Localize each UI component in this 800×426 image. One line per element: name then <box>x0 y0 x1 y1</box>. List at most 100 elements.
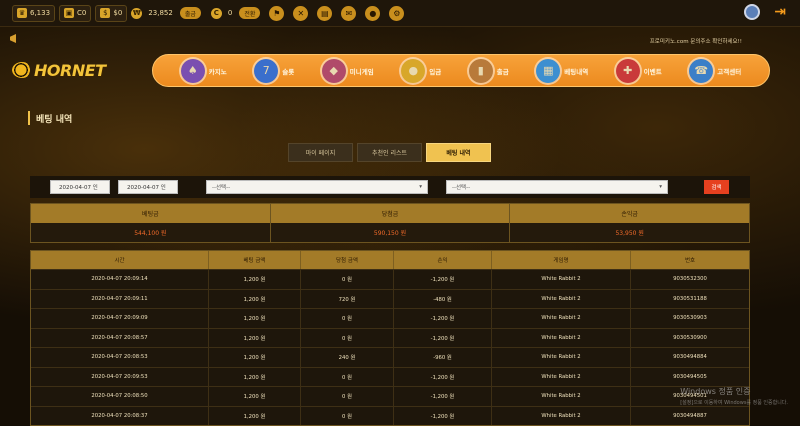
cell-profit: -1,200 원 <box>394 328 492 347</box>
provider-select-value: --선택-- <box>452 185 471 191</box>
cell-time: 2020-04-07 20:09:11 <box>31 289 209 308</box>
cell-bet: 1,200 원 <box>209 309 301 328</box>
summary-win-label: 당첨금 <box>270 204 510 224</box>
nav-label: 카지노 <box>208 67 227 76</box>
note-icon[interactable]: ▤ <box>317 5 333 21</box>
comp-button[interactable]: 전환 <box>239 7 261 19</box>
date-from-input[interactable]: 2020-04-07 인 <box>50 180 110 194</box>
column-header-bet: 베팅 금액 <box>209 251 301 269</box>
nav-item-support[interactable]: ☎ 고객센터 <box>689 58 742 83</box>
crown-icon: ♛ <box>17 8 27 18</box>
nav-item-history[interactable]: ▦ 베팅내역 <box>536 58 589 83</box>
nav-item-slot[interactable]: 7 슬롯 <box>254 58 294 83</box>
nav-label: 고객센터 <box>717 67 742 76</box>
title-bar <box>28 111 30 125</box>
table-row: 2020-04-07 20:09:53 1,200 원 0 원 -1,200 원… <box>31 366 749 386</box>
cell-number: 9030532300 <box>673 276 707 283</box>
column-header-game: 게임명 <box>492 251 631 269</box>
nav-item-minigame[interactable]: ◆ 미니게임 <box>321 58 374 83</box>
table-row: 2020-04-07 20:08:50 1,200 원 0 원 -1,200 원… <box>31 386 749 406</box>
tab-bar: 마이 페이지 추천인 리스트 베팅 내역 <box>288 143 491 162</box>
page-title: 베팅 내역 <box>28 111 72 125</box>
game-select[interactable]: --선택-- ▾ <box>206 180 428 194</box>
summary-profit-label: 손익금 <box>510 204 750 224</box>
gift-icon: ✚ <box>615 58 640 83</box>
cell-number: 9030530903 <box>673 315 707 322</box>
top-bar: ♛ 6,133 ▣ C0 $ $0 ₩ 23,852 출금 C 0 전환 ⚑ ✕… <box>0 0 800 27</box>
cell-win: 0 원 <box>301 309 394 328</box>
cell-profit: -960 원 <box>394 348 492 367</box>
stat-crown-value: 6,133 <box>30 9 51 17</box>
filter-bar: 2020-04-07 인 2020-04-07 인 --선택-- ▾ --선택-… <box>30 176 750 198</box>
date-to-input[interactable]: 2020-04-07 인 <box>118 180 178 194</box>
column-header-number: 번호 <box>684 258 696 264</box>
tab-referral-list[interactable]: 추천인 리스트 <box>357 143 422 162</box>
chest-icon: ▣ <box>64 8 75 18</box>
money-value: 23,852 <box>148 9 173 17</box>
cell-time: 2020-04-07 20:09:53 <box>31 367 209 386</box>
table-header: 시간 베팅 금액 당첨 금액 손익 게임명 번호 <box>31 251 749 269</box>
cell-bet: 1,200 원 <box>209 367 301 386</box>
language-globe-icon[interactable] <box>744 4 761 20</box>
cell-time: 2020-04-07 20:08:50 <box>31 387 209 406</box>
nav-item-casino[interactable]: ♠ 카지노 <box>180 58 227 83</box>
cell-time: 2020-04-07 20:08:37 <box>31 406 209 425</box>
minigame-icon: ◆ <box>321 58 346 83</box>
game-select-value: --선택-- <box>212 185 231 191</box>
money-coin-icon: ₩ <box>131 7 143 19</box>
nav-item-event[interactable]: ✚ 이벤트 <box>615 58 662 83</box>
tab-my-page[interactable]: 마이 페이지 <box>288 143 353 162</box>
cell-bet: 1,200 원 <box>209 328 301 347</box>
table-row: 2020-04-07 20:08:57 1,200 원 0 원 -1,200 원… <box>31 327 749 347</box>
betting-table: 시간 베팅 금액 당첨 금액 손익 게임명 번호 2020-04-07 20:0… <box>30 250 750 426</box>
main-nav: ♠ 카지노 7 슬롯 ◆ 미니게임 ● 입금 ▮ 출금 ▦ 베팅내역 ✚ 이벤트… <box>152 54 770 87</box>
nav-item-withdraw[interactable]: ▮ 출금 <box>468 58 509 83</box>
nav-label: 출금 <box>496 67 509 76</box>
nav-item-deposit[interactable]: ● 입금 <box>401 58 442 83</box>
chevron-down-icon: ▾ <box>419 184 422 190</box>
casino-icon: ♠ <box>180 58 205 83</box>
cell-bet: 1,200 원 <box>209 270 301 289</box>
cell-bet: 1,200 원 <box>209 387 301 406</box>
flag-icon[interactable]: ⚑ <box>269 5 285 21</box>
cell-game: White Rabbit 2 <box>492 270 631 289</box>
cell-win: 720 원 <box>301 289 394 308</box>
summary-bet: 베팅금 544,100 원 <box>31 204 271 242</box>
notice-text: 프로미키노.com 문의주소 확인하세요!! <box>649 39 742 45</box>
cell-number: 9030531188 <box>673 295 707 302</box>
cell-number: 9030494884 <box>673 354 707 361</box>
cell-win: 0 원 <box>301 328 394 347</box>
column-header-time: 시간 <box>31 251 209 269</box>
settings-icon[interactable]: ⚙ <box>389 5 405 21</box>
chevron-down-icon: ▾ <box>659 184 662 190</box>
logo[interactable]: HORNET <box>12 55 122 85</box>
message-icon[interactable]: ✉ <box>341 5 357 21</box>
provider-select[interactable]: --선택-- ▾ <box>446 180 668 194</box>
watermark-title: Windows 정품 인증 <box>680 387 751 396</box>
nav-label: 베팅내역 <box>564 67 589 76</box>
chat-icon[interactable]: ● <box>365 5 381 21</box>
tools-icon[interactable]: ✕ <box>293 5 309 21</box>
search-button[interactable]: 검색 <box>704 180 729 194</box>
cell-bet: 1,200 원 <box>209 289 301 308</box>
table-row: 2020-04-07 20:09:14 1,200 원 0 원 -1,200 원… <box>31 269 749 289</box>
summary-win-value: 590,150 원 <box>270 223 510 242</box>
cell-time: 2020-04-07 20:08:53 <box>31 348 209 367</box>
logout-icon[interactable]: ⇥ <box>774 4 786 20</box>
nav-label: 입금 <box>429 67 442 76</box>
money-button[interactable]: 출금 <box>179 7 201 19</box>
cell-profit: -1,200 원 <box>394 270 492 289</box>
page: ♛ 6,133 ▣ C0 $ $0 ₩ 23,852 출금 C 0 전환 ⚑ ✕… <box>0 0 800 426</box>
cell-game: White Rabbit 2 <box>492 406 631 425</box>
cell-game: White Rabbit 2 <box>492 328 631 347</box>
column-header-profit: 손익 <box>394 251 492 269</box>
table-row: 2020-04-07 20:09:09 1,200 원 0 원 -1,200 원… <box>31 308 749 328</box>
summary-bet-label: 베팅금 <box>31 204 270 224</box>
stat-crown: ♛ 6,133 <box>12 4 56 22</box>
watermark-subtitle: [설정]으로 이동하여 Windows를 정품 인증합니다. <box>680 400 788 406</box>
cell-time: 2020-04-07 20:08:57 <box>31 328 209 347</box>
tab-betting-history[interactable]: 베팅 내역 <box>426 143 491 162</box>
page-title-text: 베팅 내역 <box>36 114 73 125</box>
stat-dollar-value: $0 <box>113 9 123 17</box>
nav-label: 미니게임 <box>349 67 374 76</box>
